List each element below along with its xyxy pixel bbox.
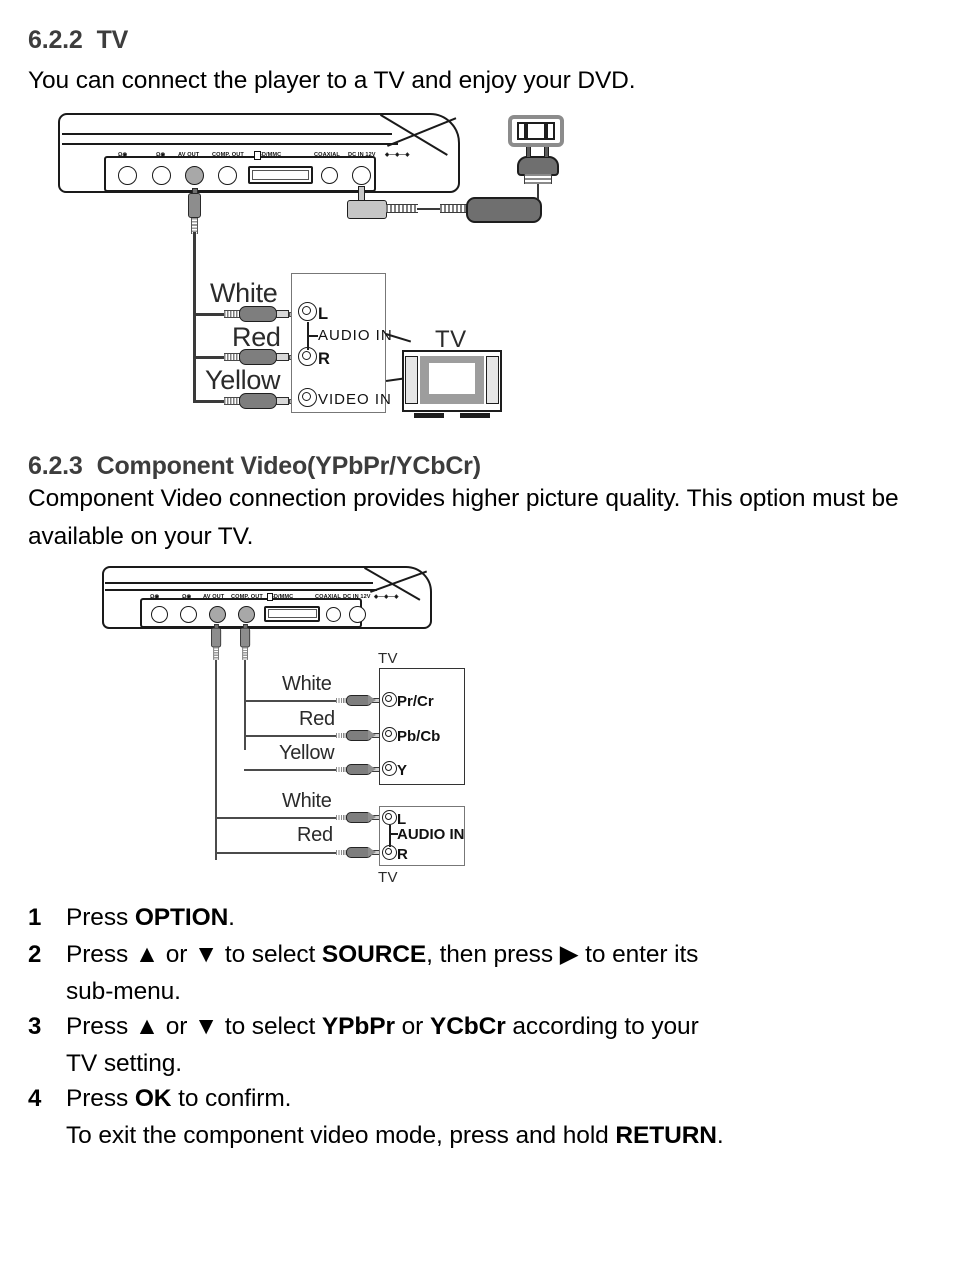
jack-pr-cr [382, 692, 397, 707]
audio-cable-label-red: Red [297, 824, 333, 846]
instruction-steps: 1 Press OPTION. 2 Press ▲ or ▼ to select… [28, 900, 928, 1153]
step-4: 4 Press OK to confirm. [28, 1081, 928, 1116]
audio-cable-vertical [215, 660, 217, 860]
arrow-right-icon: ▶ [559, 941, 579, 968]
step-text-fragment: to confirm. [171, 1085, 292, 1112]
step-text-1: Press OPTION. [66, 900, 928, 935]
manual-page: 6.2.2 TV You can connect the player to a … [0, 0, 954, 1287]
plug-strain-relief [213, 647, 219, 660]
arrow-down-icon: ▼ [194, 1013, 219, 1040]
step-text-fragment: . [716, 1122, 724, 1149]
step-text-fragment: . [228, 904, 235, 931]
step-number-4: 4 [28, 1085, 42, 1112]
port-label-av-out-2: AV OUT [203, 594, 225, 600]
key-return: RETURN [615, 1122, 717, 1149]
port-coaxial-2 [326, 607, 341, 622]
jack-label-pr-cr: Pr/Cr [397, 693, 434, 710]
key-ycbcr: YCbCr [429, 1013, 506, 1040]
headphone-icon-4: Ω◉ [182, 594, 192, 600]
comp-cable-label-yellow: Yellow [279, 742, 335, 764]
step-text-fragment: To exit the component video mode, press … [66, 1122, 616, 1149]
port-label-comp-out-2: COMP. OUT [231, 594, 263, 600]
diagram-component-video: Ω◉ Ω◉ AV OUT COMP. OUT SD/MMC COAXIAL DC… [0, 0, 954, 900]
device-top-crease-3 [105, 582, 373, 584]
step-text-fragment: Press [66, 1013, 135, 1040]
jack-label-pb-cb: Pb/Cb [397, 728, 441, 745]
port-label-dc-in-2: DC IN 12V [343, 594, 371, 600]
step-text-fragment: to select [218, 941, 322, 968]
step-text-fragment: to enter its [578, 941, 699, 968]
step-text-fragment: Press [66, 904, 135, 931]
port-label-sd-mmc-2: SD/MMC [270, 594, 294, 600]
arrow-up-icon: ▲ [134, 941, 159, 968]
port-sd-mmc-slot-inner-2 [268, 609, 317, 618]
step-3-continuation: TV setting. [66, 1050, 183, 1077]
step-number-1: 1 [28, 904, 42, 931]
key-ypbpr: YPbPr [321, 1013, 395, 1040]
jack-y [382, 761, 397, 776]
step-text-fragment: or [394, 1013, 430, 1040]
audio-group-brace-v-2 [389, 825, 391, 847]
step-text-fragment: or [159, 941, 194, 968]
step-text-fragment: , then press [426, 941, 560, 968]
comp-cable-label-white: White [282, 673, 332, 695]
sd-icon-2 [267, 593, 273, 601]
port-label-coaxial-2: COAXIAL [315, 594, 341, 600]
step-3: 3 Press ▲ or ▼ to select YPbPr or YCbCr … [28, 1009, 928, 1044]
tv-caption-video-box: TV [378, 650, 398, 667]
step-text-fragment: to select [218, 1013, 322, 1040]
comp-cable-label-red: Red [299, 708, 335, 730]
port-dc-in-2 [349, 606, 366, 623]
key-ok: OK [134, 1085, 172, 1112]
polarity-icon-2: ◈—◈—◈ [374, 594, 399, 600]
tv-caption-audio-box: TV [378, 869, 398, 886]
arrow-to-pb [368, 730, 376, 740]
arrow-up-icon: ▲ [134, 1013, 159, 1040]
comp-branch-pr [244, 700, 344, 702]
step-number-3: 3 [28, 1013, 42, 1040]
audio-branch-white [215, 817, 345, 819]
step-text-fragment: according to your [505, 1013, 699, 1040]
audio-cable-label-white: White [282, 790, 332, 812]
arrow-to-r [368, 847, 376, 857]
plug-strain-relief [242, 647, 248, 660]
port-headphone-4 [180, 606, 197, 623]
comp-branch-y [244, 769, 344, 771]
audio-branch-red [215, 852, 345, 854]
jack-label-audio-in-2: AUDIO IN [397, 826, 465, 843]
step-2-continuation: sub-menu. [66, 978, 181, 1005]
key-option: OPTION [134, 904, 229, 931]
step-4-continuation: To exit the component video mode, press … [66, 1118, 928, 1153]
port-av-out-2 [209, 606, 226, 623]
plug-barrel [211, 627, 222, 648]
jack-audio-l-2 [382, 810, 397, 825]
port-headphone-3 [151, 606, 168, 623]
step-text-4: Press OK to confirm. [66, 1081, 928, 1116]
key-source: SOURCE [321, 941, 427, 968]
step-number-2: 2 [28, 941, 42, 968]
arrow-to-l [368, 812, 376, 822]
port-comp-out-2 [238, 606, 255, 623]
plug-barrel [240, 627, 251, 648]
step-text-fragment: Press [66, 941, 135, 968]
step-text-3: Press ▲ or ▼ to select YPbPr or YCbCr ac… [66, 1009, 928, 1044]
arrow-to-pr [368, 695, 376, 705]
step-text-2: Press ▲ or ▼ to select SOURCE, then pres… [66, 937, 928, 972]
device-top-crease-4 [105, 589, 377, 591]
step-1: 1 Press OPTION. [28, 900, 928, 935]
step-text-fragment: or [159, 1013, 194, 1040]
arrow-down-icon: ▼ [194, 941, 219, 968]
step-2: 2 Press ▲ or ▼ to select SOURCE, then pr… [28, 937, 928, 972]
step-text-fragment: Press [66, 1085, 135, 1112]
jack-label-r-2: R [397, 846, 408, 863]
arrow-to-y [368, 764, 376, 774]
comp-branch-pb [244, 735, 344, 737]
jack-pb-cb [382, 727, 397, 742]
jack-label-y: Y [397, 762, 408, 779]
jack-audio-r-2 [382, 845, 397, 860]
headphone-icon-3: Ω◉ [150, 594, 160, 600]
